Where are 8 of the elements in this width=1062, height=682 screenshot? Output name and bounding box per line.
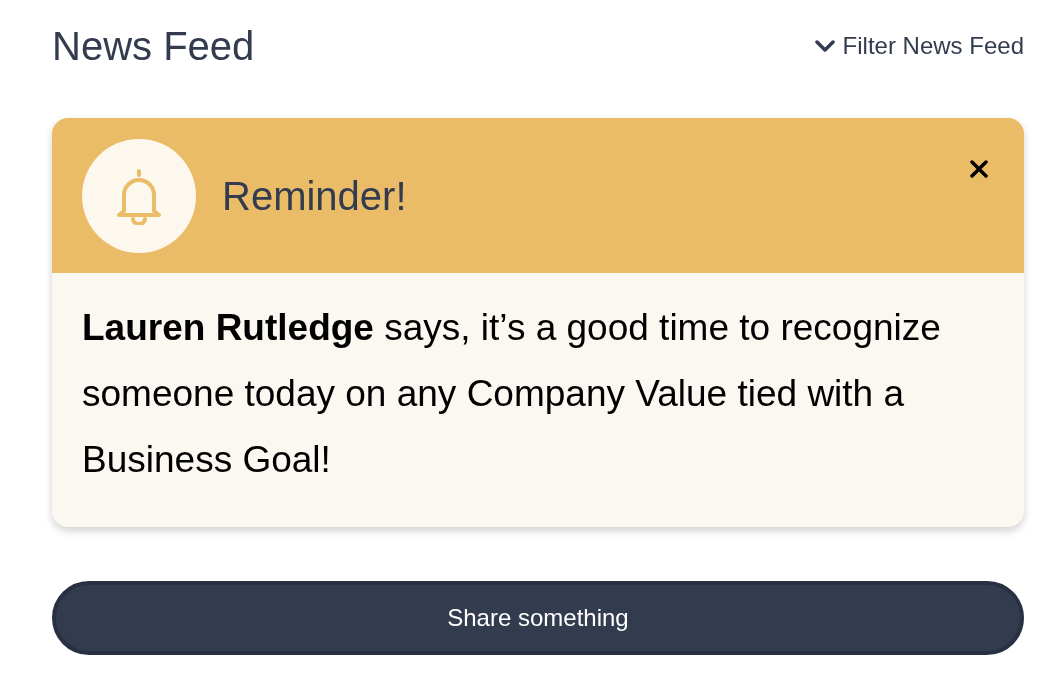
chevron-down-icon xyxy=(814,39,835,53)
share-button[interactable]: Share something xyxy=(52,581,1024,655)
filter-button[interactable]: Filter News Feed xyxy=(814,28,1024,64)
page-title: News Feed xyxy=(52,23,255,70)
bell-icon xyxy=(114,166,164,225)
close-icon xyxy=(970,160,988,178)
reminder-title: Reminder! xyxy=(222,172,408,220)
reminder-message: Lauren Rutledge says, it’s a good time to recognize someone today on any Company Value tied with a Business Goal! xyxy=(81,306,942,482)
